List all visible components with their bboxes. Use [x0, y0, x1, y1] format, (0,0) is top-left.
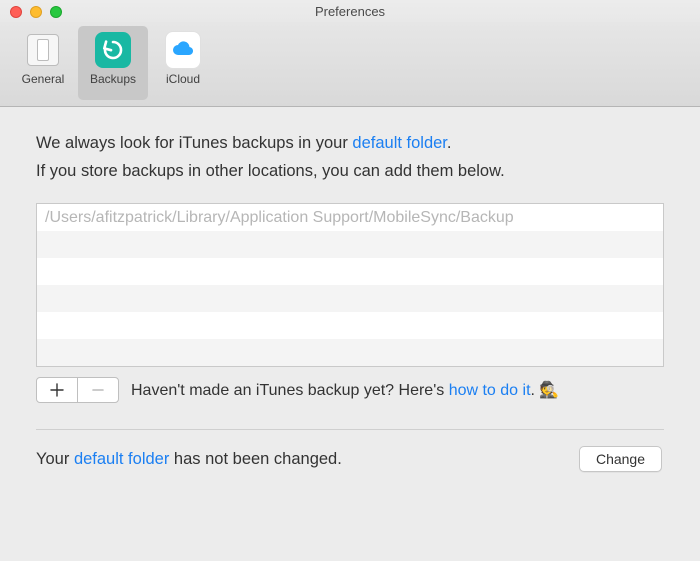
footer-pre: Your: [36, 450, 74, 468]
default-folder-link[interactable]: default folder: [74, 450, 169, 468]
preferences-window: Preferences General Backups: [0, 0, 700, 561]
cloud-icon: [165, 32, 201, 68]
segmented-control: [36, 377, 119, 403]
tab-label: iCloud: [166, 72, 200, 86]
tab-icloud[interactable]: iCloud: [148, 26, 218, 100]
tab-backups[interactable]: Backups: [78, 26, 148, 100]
titlebar: Preferences: [0, 0, 700, 22]
add-remove-row: Haven't made an iTunes backup yet? Here'…: [36, 377, 664, 403]
zoom-icon[interactable]: [50, 6, 62, 18]
content: We always look for iTunes backups in you…: [0, 107, 700, 482]
divider: [36, 429, 664, 430]
add-button[interactable]: [36, 377, 78, 403]
remove-button: [77, 377, 119, 403]
hint-text: Haven't made an iTunes backup yet? Here'…: [131, 380, 664, 400]
list-item[interactable]: [37, 231, 663, 258]
hint-pre: Haven't made an iTunes backup yet? Here'…: [131, 382, 449, 399]
list-item[interactable]: [37, 285, 663, 312]
footer: Your default folder has not been changed…: [36, 446, 664, 472]
backup-paths-list[interactable]: /Users/afitzpatrick/Library/Application …: [36, 203, 664, 367]
close-icon[interactable]: [10, 6, 22, 18]
switch-icon: [25, 32, 61, 68]
footer-text: Your default folder has not been changed…: [36, 450, 342, 469]
detective-icon: 🕵️: [539, 382, 559, 399]
how-to-link[interactable]: how to do it: [449, 382, 531, 399]
default-folder-link[interactable]: default folder: [352, 134, 447, 152]
intro-line1-pre: We always look for iTunes backups in you…: [36, 134, 352, 152]
list-item[interactable]: [37, 339, 663, 366]
intro-line1-post: .: [447, 134, 452, 152]
list-item[interactable]: [37, 258, 663, 285]
intro-line2: If you store backups in other locations,…: [36, 157, 664, 185]
list-item[interactable]: /Users/afitzpatrick/Library/Application …: [37, 204, 663, 231]
change-button[interactable]: Change: [579, 446, 662, 472]
minimize-icon[interactable]: [30, 6, 42, 18]
tab-label: General: [22, 72, 65, 86]
tab-general[interactable]: General: [8, 26, 78, 100]
restore-icon: [95, 32, 131, 68]
intro-text: We always look for iTunes backups in you…: [36, 129, 664, 185]
window-controls: [10, 6, 62, 18]
tab-label: Backups: [90, 72, 136, 86]
list-item[interactable]: [37, 312, 663, 339]
window-title: Preferences: [315, 4, 385, 19]
toolbar: General Backups iClou: [0, 22, 700, 107]
footer-post: has not been changed.: [169, 450, 341, 468]
